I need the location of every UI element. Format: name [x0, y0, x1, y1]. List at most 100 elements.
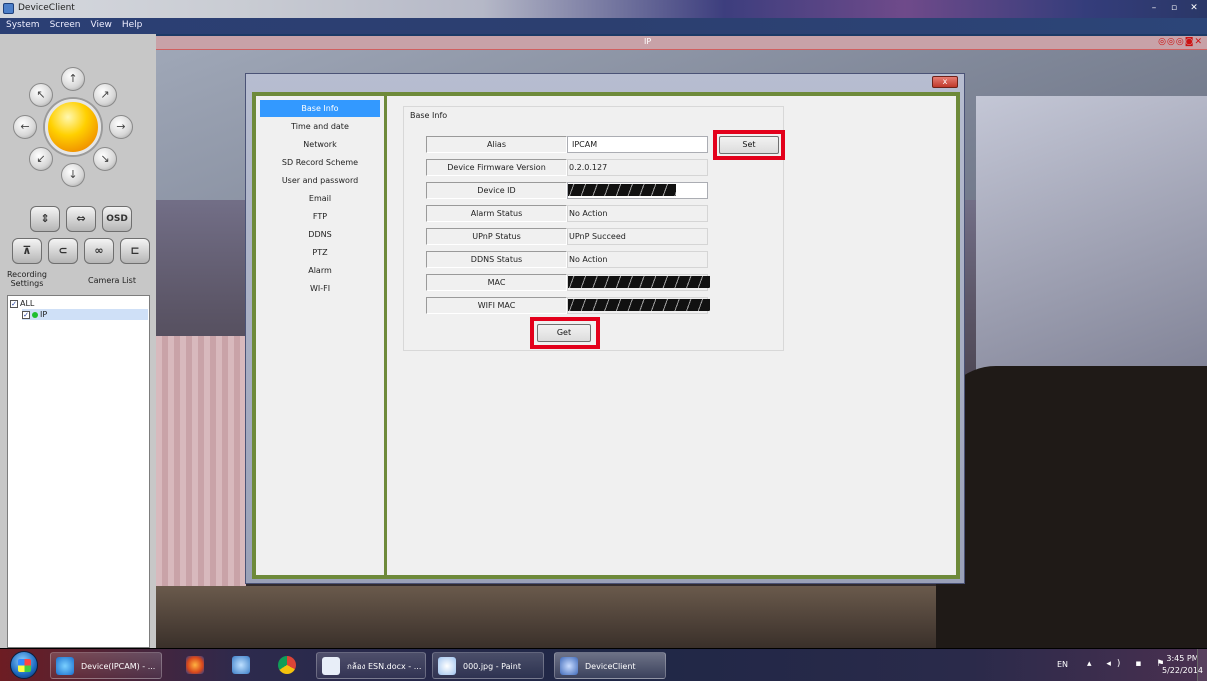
menu-view[interactable]: View [87, 18, 116, 32]
ptz-up-icon[interactable]: ↑ [61, 67, 85, 91]
nav-ddns[interactable]: DDNS [260, 226, 380, 243]
task-deviceclient[interactable]: DeviceClient [554, 652, 666, 679]
alias-label: Alias [426, 136, 567, 153]
menu-screen[interactable]: Screen [46, 18, 85, 32]
scene-floor [156, 586, 936, 648]
maximize-button[interactable]: ▫ [1165, 2, 1183, 15]
ptz-right-icon[interactable]: → [109, 115, 133, 139]
firmware-version-value: 0.2.0.127 [567, 159, 708, 176]
tree-root-label: ALL [20, 299, 35, 308]
chrome-icon [278, 656, 296, 674]
upnp-status-value: UPnP Succeed [567, 228, 708, 245]
task-word[interactable]: กล้อง ESN.docx - ... [316, 652, 426, 679]
nav-ptz[interactable]: PTZ [260, 244, 380, 261]
osd-button[interactable]: OSD [102, 206, 132, 232]
ptz-down-icon[interactable]: ↓ [61, 163, 85, 187]
recording-settings-label[interactable]: Recording Settings [4, 270, 50, 288]
taskbar: Device(IPCAM) - ... กล้อง ESN.docx - ...… [0, 648, 1207, 681]
task-label: กล้อง ESN.docx - ... [347, 662, 422, 671]
task-chrome[interactable] [268, 652, 306, 679]
task-paint[interactable]: 000.jpg - Paint [432, 652, 544, 679]
cruise-button[interactable]: ∞ [84, 238, 114, 264]
control-panel: ↖ ↑ ↗ ← → ↙ ↓ ↘ ⇕ ⇔ OSD ⊼ ⊂ ∞ ⊏ Recordin… [0, 34, 156, 648]
nav-user-and-password[interactable]: User and password [260, 172, 380, 189]
alarm-status-value: No Action [567, 205, 708, 222]
firmware-version-label: Device Firmware Version [426, 159, 567, 176]
nav-network[interactable]: Network [260, 136, 380, 153]
ddns-status-label: DDNS Status [426, 251, 567, 268]
close-window-button[interactable]: ✕ [1185, 2, 1203, 15]
redaction-mark [568, 276, 710, 288]
nav-time-and-date[interactable]: Time and date [260, 118, 380, 135]
nav-sd-record-scheme[interactable]: SD Record Scheme [260, 154, 380, 171]
settings-content: Base Info Alias IPCAM Device Firmware Ve… [387, 96, 956, 575]
deviceclient-icon [560, 657, 578, 675]
app-icon [3, 3, 14, 14]
vertical-flip-button[interactable]: ⇕ [30, 206, 60, 232]
task-label: DeviceClient [585, 662, 636, 671]
online-status-icon [32, 311, 38, 318]
upnp-status-label: UPnP Status [426, 228, 567, 245]
ptz-left-icon[interactable]: ← [13, 115, 37, 139]
camera-name: IP [644, 37, 652, 46]
ptz-down-right-icon[interactable]: ↘ [93, 147, 117, 171]
tree-root[interactable]: ✓ ALL [10, 298, 34, 309]
word-document-icon [322, 657, 340, 675]
minimize-button[interactable]: – [1145, 2, 1163, 15]
nav-ftp[interactable]: FTP [260, 208, 380, 225]
checkbox-icon[interactable]: ✓ [22, 310, 30, 319]
dialog-close-button[interactable]: x [932, 76, 958, 88]
device-id-label: Device ID [426, 182, 567, 199]
task-app[interactable] [222, 652, 260, 679]
snapshot-button[interactable]: ⊂ [48, 238, 78, 264]
paint-icon [438, 657, 456, 675]
task-firefox[interactable] [176, 652, 214, 679]
nav-alarm[interactable]: Alarm [260, 262, 380, 279]
ptz-up-left-icon[interactable]: ↖ [29, 83, 53, 107]
camera-tree: ✓ ALL ✓ IP [7, 295, 150, 648]
task-label: 000.jpg - Paint [463, 662, 521, 671]
ptz-down-left-icon[interactable]: ↙ [29, 147, 53, 171]
dialog-frame: Base Info Time and date Network SD Recor… [252, 92, 960, 579]
settings-dialog: x Base Info Time and date Network SD Rec… [245, 73, 965, 584]
wifi-mac-label: WIFI MAC [426, 297, 567, 314]
menu-help[interactable]: Help [118, 18, 147, 32]
nav-wifi[interactable]: WI-FI [260, 280, 380, 297]
ptz-up-right-icon[interactable]: ↗ [93, 83, 117, 107]
checkbox-icon[interactable]: ✓ [10, 299, 18, 308]
ptz-control: ↖ ↑ ↗ ← → ↙ ↓ ↘ [8, 62, 138, 192]
camera-list-label[interactable]: Camera List [84, 276, 140, 285]
scene-curtain [156, 336, 246, 586]
get-highlight-box [530, 317, 600, 349]
redaction-mark [568, 184, 676, 196]
show-desktop-button[interactable] [1197, 649, 1207, 681]
settings-nav: Base Info Time and date Network SD Recor… [256, 96, 384, 575]
nav-email[interactable]: Email [260, 190, 380, 207]
window-titlebar: DeviceClient – ▫ ✕ [0, 0, 1207, 18]
redaction-mark [568, 299, 710, 311]
internet-explorer-icon [56, 657, 74, 675]
nav-base-info[interactable]: Base Info [260, 100, 380, 117]
firefox-icon [186, 656, 204, 674]
base-info-group: Base Info Alias IPCAM Device Firmware Ve… [403, 106, 785, 351]
record-button[interactable]: ⊼ [12, 238, 42, 264]
mac-label: MAC [426, 274, 567, 291]
code-button[interactable]: ⊏ [120, 238, 150, 264]
task-label: Device(IPCAM) - ... [81, 662, 156, 671]
alias-input[interactable]: IPCAM [567, 136, 708, 153]
start-button[interactable] [10, 651, 38, 679]
menu-bar: System Screen View Help [0, 18, 1207, 34]
app-icon [232, 656, 250, 674]
system-tray: EN ▴ ◂) ▪ ⚑ 3:45 PM 5/22/2014 [1037, 649, 1207, 681]
tree-camera-item[interactable]: ✓ IP [22, 309, 148, 320]
menu-system[interactable]: System [2, 18, 44, 32]
scene-foreground [936, 366, 1207, 648]
tray-icons[interactable]: ▴ ◂) ▪ ⚑ [1087, 659, 1170, 669]
group-title: Base Info [410, 111, 448, 120]
task-ie-device[interactable]: Device(IPCAM) - ... [50, 652, 162, 679]
language-indicator[interactable]: EN [1057, 660, 1068, 669]
ptz-center-button[interactable] [45, 99, 101, 155]
horizontal-flip-button[interactable]: ⇔ [66, 206, 96, 232]
tree-camera-label: IP [40, 310, 48, 319]
video-toolbar-icons[interactable]: ◎◎◎◙✕ [1158, 37, 1203, 47]
